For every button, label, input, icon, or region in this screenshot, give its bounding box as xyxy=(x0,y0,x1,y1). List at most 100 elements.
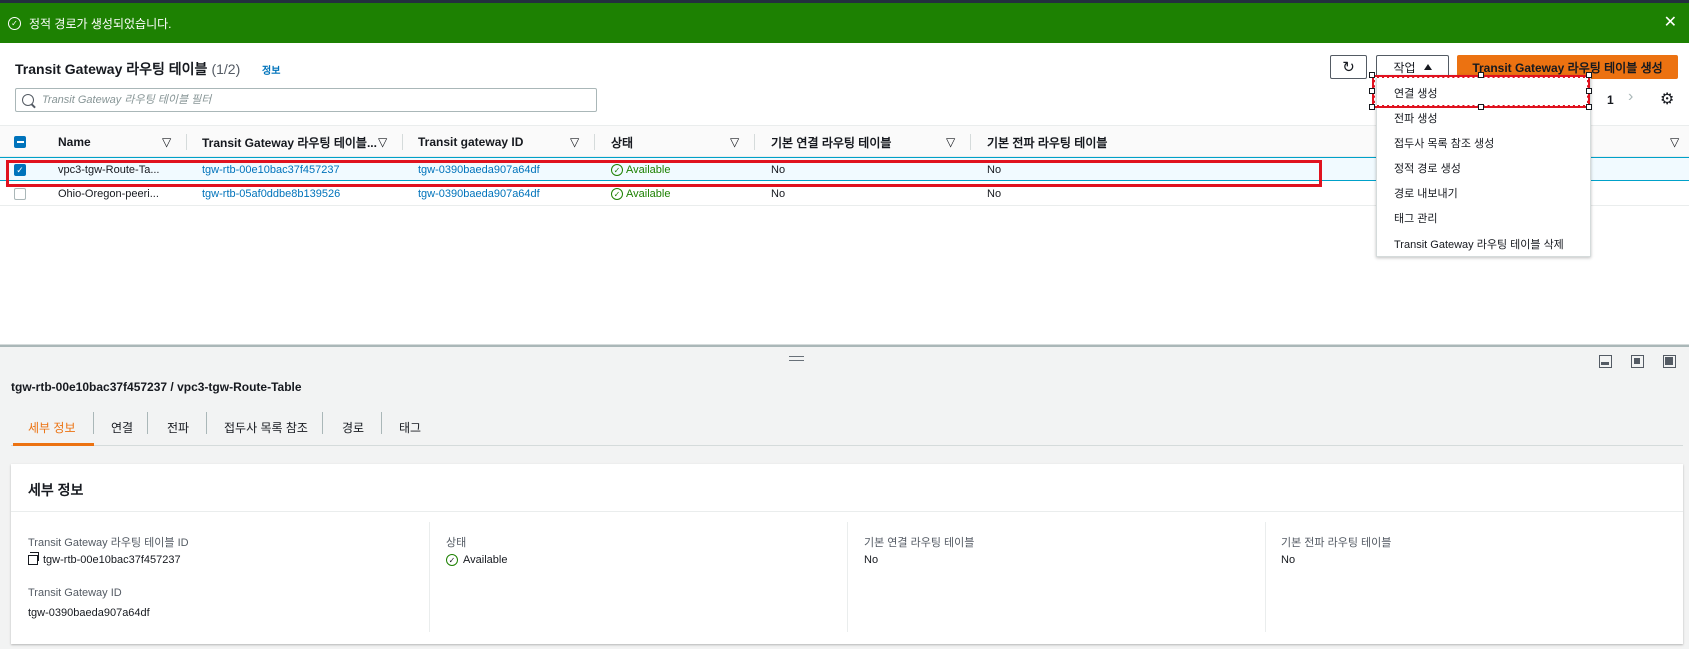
tab-propagations[interactable]: 전파 xyxy=(167,408,189,446)
split-bottom-icon[interactable] xyxy=(1599,355,1612,368)
tgw-id-label: Transit Gateway ID xyxy=(28,587,122,599)
default-propagation-label: 기본 전파 라우팅 테이블 xyxy=(1281,537,1392,549)
page-title-text: Transit Gateway 라우팅 테이블 xyxy=(15,61,208,77)
menu-item-highlight-dash xyxy=(1374,77,1588,106)
actions-label: 작업 xyxy=(1393,60,1416,75)
copy-icon[interactable] xyxy=(28,552,39,565)
column-divider xyxy=(970,134,971,150)
column-divider xyxy=(847,522,848,632)
search-icon xyxy=(22,94,34,106)
status-available-icon: ✓ xyxy=(611,188,623,200)
current-page[interactable]: 1 xyxy=(1607,93,1614,107)
split-side-icon[interactable] xyxy=(1631,355,1644,368)
column-header-rtb-id[interactable]: Transit Gateway 라우팅 테이블... xyxy=(202,126,377,158)
menu-item-create-propagation[interactable]: 전파 생성 xyxy=(1394,110,1438,126)
card-header: 세부 정보 xyxy=(11,464,1683,512)
info-link[interactable]: 정보 xyxy=(262,62,280,77)
column-divider xyxy=(594,134,595,150)
sort-icon[interactable]: ▽ xyxy=(162,126,171,158)
rtb-id-label: Transit Gateway 라우팅 테이블 ID xyxy=(28,537,189,549)
menu-item-create-prefix-list-reference[interactable]: 접두사 목록 참조 생성 xyxy=(1394,135,1494,151)
success-flashbar: ✓ 정적 경로가 생성되었습니다. ✕ xyxy=(0,3,1689,43)
detail-title: tgw-rtb-00e10bac37f457237 / vpc3-tgw-Rou… xyxy=(11,380,302,394)
resize-handle xyxy=(1478,104,1484,110)
refresh-button[interactable]: ↻ xyxy=(1330,55,1367,79)
tab-details[interactable]: 세부 정보 xyxy=(28,408,76,446)
rtb-id-text: tgw-rtb-00e10bac37f457237 xyxy=(43,554,181,566)
status-label: 상태 xyxy=(446,537,467,549)
sort-icon[interactable]: ▽ xyxy=(946,126,955,158)
column-header-default-propagation[interactable]: 기본 전파 라우팅 테이블 xyxy=(987,126,1107,158)
menu-item-export-routes[interactable]: 경로 내보내기 xyxy=(1394,185,1458,201)
tab-divider xyxy=(93,412,94,434)
column-header-tgw-id[interactable]: Transit gateway ID xyxy=(418,126,523,158)
status-available-icon: ✓ xyxy=(446,554,458,566)
column-divider xyxy=(1265,522,1266,632)
default-propagation-value: No xyxy=(1281,554,1296,566)
drag-handle-icon[interactable] xyxy=(789,356,804,361)
resize-handle xyxy=(1478,72,1484,78)
column-label: 상태 xyxy=(611,135,634,150)
column-label: 기본 연결 라우팅 테이블 xyxy=(771,135,892,150)
sort-icon[interactable]: ▽ xyxy=(1670,126,1679,158)
column-divider xyxy=(402,134,403,150)
checkbox-empty-icon xyxy=(14,188,26,200)
tab-routes[interactable]: 경로 xyxy=(342,408,364,446)
close-icon[interactable]: ✕ xyxy=(1664,15,1677,31)
tab-divider xyxy=(206,412,207,434)
card-title: 세부 정보 xyxy=(28,482,84,498)
menu-item-delete-route-table[interactable]: Transit Gateway 라우팅 테이블 삭제 xyxy=(1394,236,1564,252)
resize-handle xyxy=(1586,104,1592,110)
resize-handle xyxy=(1369,88,1375,94)
tab-tags[interactable]: 태그 xyxy=(399,408,421,446)
selected-row-highlight xyxy=(6,160,1322,187)
search-input[interactable] xyxy=(42,94,582,106)
tab-prefix-list-references[interactable]: 접두사 목록 참조 xyxy=(224,408,308,446)
page-title: Transit Gateway 라우팅 테이블 (1/2) xyxy=(15,59,240,79)
column-label: Transit Gateway 라우팅 테이블... xyxy=(202,135,377,150)
tab-divider xyxy=(381,412,382,434)
status-value: ✓ Available xyxy=(446,554,507,566)
gear-icon[interactable]: ⚙ xyxy=(1660,89,1674,109)
select-all-checkbox[interactable] xyxy=(14,126,26,158)
status-text: Available xyxy=(626,188,671,200)
refresh-icon: ↻ xyxy=(1342,59,1355,76)
rtb-id-value: tgw-rtb-00e10bac37f457237 xyxy=(28,552,181,566)
selection-count: (1/2) xyxy=(211,61,241,77)
tab-associations[interactable]: 연결 xyxy=(111,408,133,446)
resize-handle xyxy=(1586,88,1592,94)
column-label: 기본 전파 라우팅 테이블 xyxy=(987,135,1108,150)
sort-icon[interactable]: ▽ xyxy=(730,126,739,158)
tgw-id-link[interactable]: tgw-0390baeda907a64df xyxy=(28,607,150,619)
checkbox-indeterminate-icon xyxy=(14,136,26,148)
column-divider xyxy=(186,134,187,150)
menu-item-manage-tags[interactable]: 태그 관리 xyxy=(1394,210,1438,226)
tab-divider xyxy=(147,412,148,434)
active-tab-indicator xyxy=(13,443,94,446)
success-check-icon: ✓ xyxy=(8,16,21,30)
caret-up-icon xyxy=(1423,64,1432,70)
column-header-default-association[interactable]: 기본 연결 라우팅 테이블 xyxy=(771,126,891,158)
column-label: Transit gateway ID xyxy=(418,135,524,149)
resize-handle xyxy=(1586,72,1592,78)
panel-splitter[interactable] xyxy=(0,345,1689,347)
status-text: Available xyxy=(463,554,508,566)
sort-icon[interactable]: ▽ xyxy=(570,126,579,158)
maximize-panel-icon[interactable] xyxy=(1663,355,1676,368)
menu-item-create-static-route[interactable]: 정적 경로 생성 xyxy=(1394,160,1461,176)
column-divider xyxy=(754,134,755,150)
column-label: Name xyxy=(58,135,91,149)
resize-handle xyxy=(1369,72,1375,78)
sort-icon[interactable]: ▽ xyxy=(378,126,387,158)
detail-tabs: 세부 정보 연결 전파 접두사 목록 참조 경로 태그 xyxy=(11,408,1683,446)
column-header-status[interactable]: 상태 xyxy=(611,126,633,158)
chevron-right-icon[interactable]: › xyxy=(1628,88,1633,106)
tab-divider xyxy=(322,412,323,434)
column-divider xyxy=(429,522,430,632)
default-association-label: 기본 연결 라우팅 테이블 xyxy=(864,537,975,549)
search-field[interactable] xyxy=(15,88,597,112)
resize-handle xyxy=(1369,104,1375,110)
details-card: 세부 정보 Transit Gateway 라우팅 테이블 ID tgw-rtb… xyxy=(11,464,1683,644)
flash-message: 정적 경로가 생성되었습니다. xyxy=(29,16,172,31)
column-header-name[interactable]: Name xyxy=(58,126,91,158)
